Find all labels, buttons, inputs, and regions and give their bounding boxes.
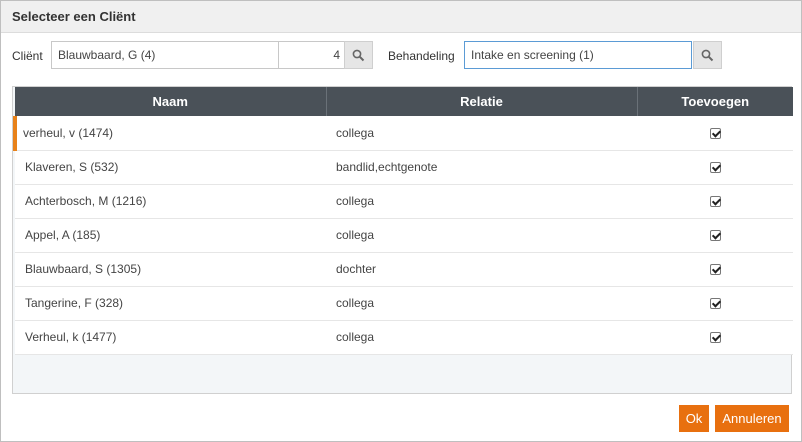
cell-toevoegen	[637, 116, 793, 151]
select-client-dialog: Selecteer een Cliënt Cliënt Behandeling	[0, 0, 802, 442]
ok-button[interactable]: Ok	[679, 405, 709, 432]
relations-table: Naam Relatie Toevoegen verheul, v (1474)…	[13, 87, 793, 355]
table-row[interactable]: Achterbosch, M (1216) collega	[15, 184, 793, 219]
cell-naam: Achterbosch, M (1216)	[15, 184, 326, 219]
table-row[interactable]: Verheul, k (1477) collega	[15, 320, 793, 355]
table-row[interactable]: Blauwbaard, S (1305) dochter	[15, 252, 793, 287]
search-icon	[352, 49, 365, 61]
behandeling-search-button[interactable]	[693, 41, 722, 69]
behandeling-label: Behandeling	[388, 49, 455, 63]
cell-relatie: collega	[326, 184, 637, 219]
cell-relatie: bandlid,echtgenote	[326, 150, 637, 185]
behandeling-input[interactable]	[464, 41, 692, 69]
dialog-titlebar: Selecteer een Cliënt	[1, 1, 801, 33]
checkbox-checked-icon[interactable]	[709, 230, 721, 242]
column-header-relatie[interactable]: Relatie	[326, 87, 638, 116]
client-label: Cliënt	[12, 49, 43, 63]
cell-toevoegen	[637, 286, 793, 321]
cell-toevoegen	[637, 150, 793, 185]
cell-relatie: collega	[326, 218, 637, 253]
client-input[interactable]	[51, 41, 279, 69]
checkbox-checked-icon[interactable]	[709, 264, 721, 276]
checkbox-checked-icon[interactable]	[709, 196, 721, 208]
cell-naam: Appel, A (185)	[15, 218, 326, 253]
table-row[interactable]: verheul, v (1474) collega	[13, 116, 793, 151]
cell-naam: Blauwbaard, S (1305)	[15, 252, 326, 287]
table-row[interactable]: Appel, A (185) collega	[15, 218, 793, 253]
cell-relatie: collega	[326, 116, 637, 151]
search-icon	[701, 49, 714, 61]
cell-toevoegen	[637, 252, 793, 287]
cell-relatie: dochter	[326, 252, 637, 287]
checkbox-checked-icon[interactable]	[709, 298, 721, 310]
client-search-button[interactable]	[344, 41, 373, 69]
checkbox-checked-icon[interactable]	[709, 128, 721, 140]
client-number-input[interactable]	[278, 41, 345, 69]
cell-naam: Tangerine, F (328)	[15, 286, 326, 321]
client-form-row: Cliënt Behandeling	[1, 41, 801, 71]
cell-naam: verheul, v (1474)	[13, 116, 326, 151]
cell-naam: Klaveren, S (532)	[15, 150, 326, 185]
cell-naam: Verheul, k (1477)	[15, 320, 326, 355]
cancel-button[interactable]: Annuleren	[715, 405, 789, 432]
dialog-title: Selecteer een Cliënt	[12, 9, 136, 24]
checkbox-checked-icon[interactable]	[709, 332, 721, 344]
table-row[interactable]: Tangerine, F (328) collega	[15, 286, 793, 321]
column-header-toevoegen[interactable]: Toevoegen	[637, 87, 793, 116]
cell-toevoegen	[637, 184, 793, 219]
cell-toevoegen	[637, 218, 793, 253]
column-header-naam[interactable]: Naam	[15, 87, 327, 116]
table-row[interactable]: Klaveren, S (532) bandlid,echtgenote	[15, 150, 793, 185]
checkbox-checked-icon[interactable]	[709, 162, 721, 174]
cell-relatie: collega	[326, 286, 637, 321]
relations-table-container: Naam Relatie Toevoegen verheul, v (1474)…	[12, 86, 793, 394]
table-header-row: Naam Relatie Toevoegen	[15, 87, 793, 116]
cell-relatie: collega	[326, 320, 637, 355]
cell-toevoegen	[637, 320, 793, 355]
